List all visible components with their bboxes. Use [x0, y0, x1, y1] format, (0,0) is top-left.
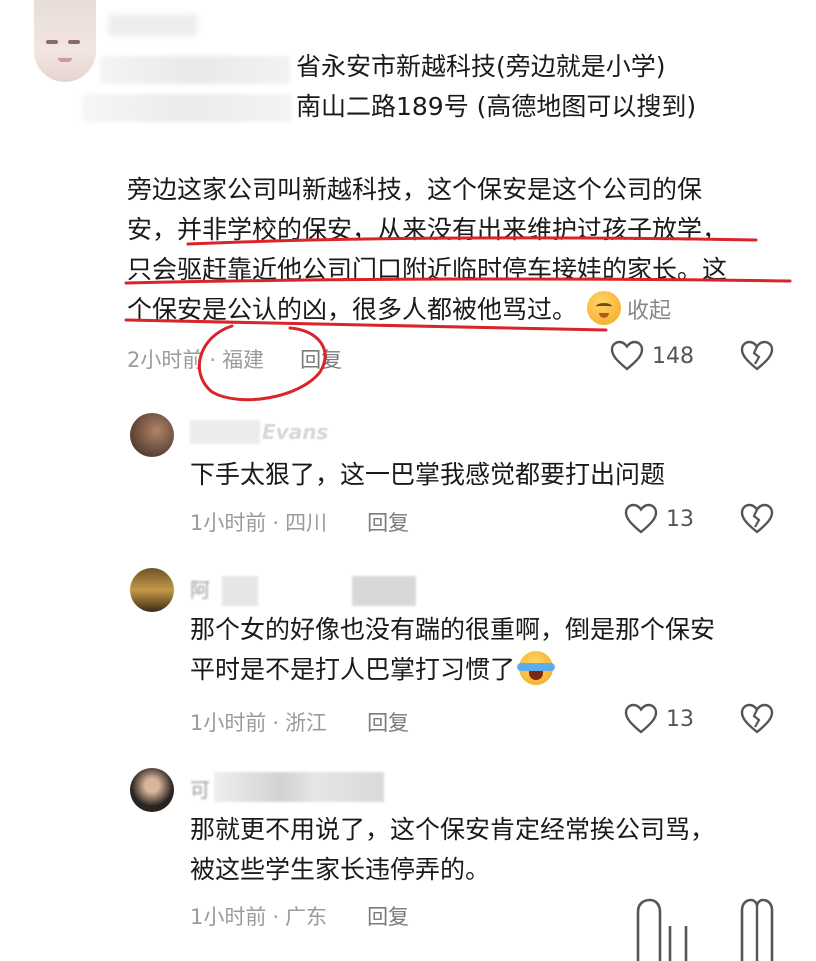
reply-1-avatar[interactable] [130, 413, 174, 457]
main-comment-line-4-text: 个保安是公认的凶，很多人都被他骂过。 [127, 295, 578, 324]
reply-1-meta: 1小时前 · 四川 回复 [190, 507, 409, 537]
avatar-eye-right [68, 40, 80, 44]
crying-face-emoji-icon [517, 651, 556, 685]
meta-separator: · [272, 511, 280, 535]
reply-3-avatar[interactable] [130, 768, 174, 812]
reply-2-name-redacted-a [222, 576, 258, 606]
reply-3-name-visible[interactable]: 可 [190, 774, 210, 802]
reply-2-name-visible[interactable]: 阿 [190, 574, 210, 602]
broken-heart-icon[interactable] [740, 503, 774, 535]
main-commenter-avatar[interactable] [34, 0, 96, 82]
avatar-eye-left [46, 40, 58, 44]
comment-page: 省永安市新越科技(旁边就是小学) 南山二路189号 (高德地图可以搜到) 旁边这… [0, 0, 816, 961]
reply-3-text: 那就更不用说了，这个保安肯定经常挨公司骂， 被这些学生家长违停弄的。 [190, 810, 715, 890]
broken-heart-icon[interactable] [740, 703, 774, 735]
main-comment-line-3: 只会驱赶靠近他公司门口附近临时停车接娃的家长。这 [127, 255, 728, 284]
main-like-count: 148 [652, 343, 694, 369]
main-comment-location: 福建 [222, 348, 265, 372]
reply-1-line-1: 下手太狠了，这一巴掌我感觉都要打出问题 [190, 460, 666, 489]
meta-separator: · [272, 905, 280, 929]
reply-1-like-count: 13 [666, 506, 694, 532]
meta-separator: · [272, 711, 280, 735]
reply-3-line-1: 那就更不用说了，这个保安肯定经常挨公司骂， [190, 815, 716, 844]
reply-2-like-count: 13 [666, 706, 694, 732]
address-redaction-2 [82, 94, 292, 122]
broken-heart-icon[interactable] [740, 340, 774, 372]
reply-2-name-redacted-b [352, 576, 416, 606]
main-comment-line-2: 安，并非学校的保安，从来没有出来维护过孩子放学， [127, 215, 728, 244]
reply-1-name-visible[interactable]: Evans [262, 420, 344, 444]
main-like-button[interactable]: 148 [610, 340, 694, 372]
reply-1-reply-button[interactable]: 回复 [367, 511, 409, 535]
reply-2-line-2: 平时是不是打人巴掌打习惯了 [190, 655, 516, 684]
reply-3-line-2: 被这些学生家长违停弄的。 [190, 855, 491, 884]
heart-outline-icon [610, 340, 644, 371]
address-line-1: 省永安市新越科技(旁边就是小学) [296, 52, 666, 81]
reply-1-name-redacted[interactable] [190, 420, 260, 444]
heart-outline-icon [624, 503, 658, 534]
main-comment-time: 2小时前 [127, 348, 204, 372]
reply-3-name-redacted [214, 772, 384, 802]
broken-heart-icon[interactable] [738, 896, 776, 961]
reply-2-reply-button[interactable]: 回复 [367, 711, 409, 735]
reply-3-reply-button[interactable]: 回复 [367, 905, 409, 929]
reply-3-meta: 1小时前 · 广东 回复 [190, 901, 409, 931]
smirk-face-emoji-icon [587, 291, 622, 325]
main-comment-line-4: 个保安是公认的凶，很多人都被他骂过。 收起 [127, 290, 787, 332]
heart-outline-icon [624, 703, 658, 734]
reply-2-line-2-row: 平时是不是打人巴掌打习惯了 [190, 650, 715, 690]
reply-2-text: 那个女的好像也没有踹的很重啊，倒是那个保安 平时是不是打人巴掌打习惯了 [190, 610, 715, 690]
collapse-button[interactable]: 收起 [627, 299, 671, 324]
reply-1-like-button[interactable]: 13 [624, 503, 694, 535]
heart-outline-icon[interactable] [634, 896, 694, 961]
reply-2-like-button[interactable]: 13 [624, 703, 694, 735]
reply-2-avatar[interactable] [130, 568, 174, 612]
main-comment-meta: 2小时前 · 福建 回复 [127, 344, 342, 374]
address-redaction-1 [100, 56, 290, 84]
reply-2-meta: 1小时前 · 浙江 回复 [190, 707, 409, 737]
meta-separator: · [209, 348, 217, 372]
reply-2-line-1: 那个女的好像也没有踹的很重啊，倒是那个保安 [190, 615, 716, 644]
avatar-mouth [58, 58, 72, 62]
main-comment-line-1: 旁边这家公司叫新越科技，这个保安是这个公司的保 [127, 175, 703, 204]
reply-1-text: 下手太狠了，这一巴掌我感觉都要打出问题 [190, 455, 665, 495]
address-line-2: 南山二路189号 (高德地图可以搜到) [296, 92, 697, 121]
main-reply-button[interactable]: 回复 [300, 348, 342, 372]
reply-2-time: 1小时前 [190, 711, 267, 735]
reply-3-time: 1小时前 [190, 905, 267, 929]
reply-3-location: 广东 [285, 905, 328, 929]
reply-1-location: 四川 [285, 511, 328, 535]
reply-2-location: 浙江 [285, 711, 328, 735]
reply-1-time: 1小时前 [190, 511, 267, 535]
main-comment-body: 旁边这家公司叫新越科技，这个保安是这个公司的保 安，并非学校的保安，从来没有出来… [127, 170, 787, 332]
main-commenter-name-redacted[interactable] [108, 14, 198, 36]
